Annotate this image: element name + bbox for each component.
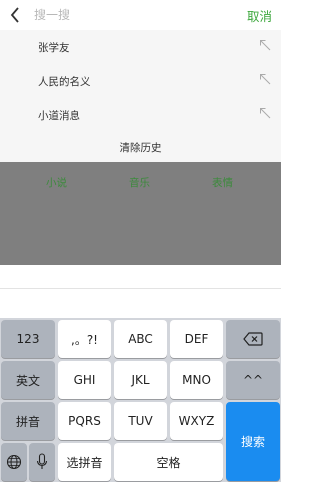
back-chevron-icon <box>10 7 19 23</box>
north-west-arrow-icon[interactable] <box>259 107 271 119</box>
search-key[interactable]: 搜索 <box>226 402 280 481</box>
key-emoticon[interactable]: ^^ <box>226 361 280 399</box>
search-history-panel: 张学友 人民的名义 小道消息 清除历史 <box>0 30 281 162</box>
category-music[interactable]: 音乐 <box>129 175 150 190</box>
history-item-label: 人民的名义 <box>38 76 91 88</box>
key-english[interactable]: 英文 <box>1 361 55 399</box>
key-123[interactable]: 123 <box>1 320 55 358</box>
key-wxyz[interactable]: WXYZ <box>170 402 223 440</box>
history-item-label: 小道消息 <box>38 110 80 122</box>
space-key[interactable]: 空格 <box>114 443 223 481</box>
back-button[interactable] <box>6 4 24 26</box>
key-abc[interactable]: ABC <box>114 320 167 358</box>
key-ghi[interactable]: GHI <box>58 361 111 399</box>
globe-icon <box>6 454 22 470</box>
key-def[interactable]: DEF <box>170 320 223 358</box>
key-select-pinyin[interactable]: 选拼音 <box>58 443 111 481</box>
category-stickers[interactable]: 表情 <box>212 175 233 190</box>
key-tuv[interactable]: TUV <box>114 402 167 440</box>
divider <box>0 288 281 289</box>
blank-strip <box>0 265 281 288</box>
backspace-key[interactable] <box>226 320 280 358</box>
backspace-icon <box>243 332 263 346</box>
category-novel[interactable]: 小说 <box>46 175 67 190</box>
history-item[interactable]: 人民的名义 <box>0 64 281 98</box>
globe-key[interactable] <box>1 443 27 481</box>
clear-history-button[interactable]: 清除历史 <box>0 140 281 155</box>
history-item[interactable]: 张学友 <box>0 30 281 64</box>
key-pqrs[interactable]: PQRS <box>58 402 111 440</box>
cancel-button[interactable]: 取消 <box>247 6 272 25</box>
key-jkl[interactable]: JKL <box>114 361 167 399</box>
north-west-arrow-icon[interactable] <box>259 73 271 85</box>
key-pinyin[interactable]: 拼音 <box>1 402 55 440</box>
key-punctuation[interactable]: ,。?! <box>58 320 111 358</box>
north-west-arrow-icon[interactable] <box>259 39 271 51</box>
key-mno[interactable]: MNO <box>170 361 223 399</box>
keyboard: 123 ,。?! ABC DEF 英文 GHI JKL MNO ^^ 拼音 PQ… <box>0 318 281 482</box>
microphone-key[interactable] <box>29 443 55 481</box>
microphone-icon <box>36 453 48 469</box>
history-item[interactable]: 小道消息 <box>0 98 281 132</box>
history-item-label: 张学友 <box>38 42 70 54</box>
search-input[interactable] <box>34 5 234 25</box>
search-bar: 取消 <box>0 0 281 30</box>
dim-overlay[interactable]: 小说 音乐 表情 <box>0 162 281 265</box>
